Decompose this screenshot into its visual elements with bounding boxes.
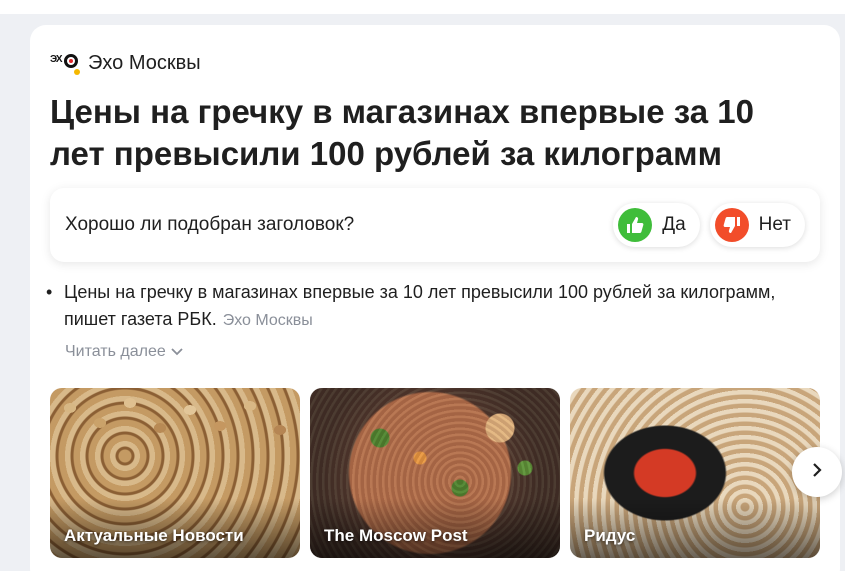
top-bar (0, 0, 845, 14)
summary-item: • Цены на гречку в магазинах впервые за … (46, 279, 786, 334)
related-card-caption: Актуальные Новости (64, 526, 244, 545)
yes-label: Да (662, 214, 686, 235)
chevron-down-icon (171, 343, 183, 361)
bullet: • (46, 282, 53, 302)
news-story-card: ЭХ Эхо Москвы Цены на гречку в магазинах… (30, 25, 842, 571)
summary-text: Цены на гречку в магазинах впервые за 10… (64, 282, 776, 329)
feedback-question: Хорошо ли подобран заголовок? (65, 214, 355, 235)
headline-feedback-panel: Хорошо ли подобран заголовок? Да Нет (50, 188, 820, 262)
echo-moskvy-logo-icon: ЭХ (50, 51, 80, 75)
source-header[interactable]: ЭХ Эхо Москвы (50, 49, 201, 77)
summary-paragraph: Цены на гречку в магазинах впервые за 10… (64, 279, 786, 334)
headline[interactable]: Цены на гречку в магазинах впервые за 10… (50, 91, 790, 175)
thumbs-down-icon (714, 208, 749, 242)
source-name[interactable]: Эхо Москвы (88, 52, 201, 75)
related-card-2[interactable]: The Moscow Post (310, 388, 560, 558)
related-card-caption: Ридус (584, 526, 636, 545)
related-card-3[interactable]: Ридус (570, 388, 820, 558)
carousel-next-button[interactable] (792, 447, 842, 497)
yes-button[interactable]: Да (613, 203, 700, 247)
read-more-button[interactable]: Читать далее (65, 343, 183, 361)
chevron-right-icon (812, 462, 822, 483)
read-more-label: Читать далее (65, 343, 166, 360)
related-card-1[interactable]: Актуальные Новости (50, 388, 300, 558)
summary-source-link[interactable]: Эхо Москвы (223, 312, 313, 329)
no-label: Нет (758, 214, 791, 235)
no-button[interactable]: Нет (709, 203, 805, 247)
related-card-caption: The Moscow Post (324, 526, 468, 545)
thumbs-up-icon (618, 208, 653, 242)
